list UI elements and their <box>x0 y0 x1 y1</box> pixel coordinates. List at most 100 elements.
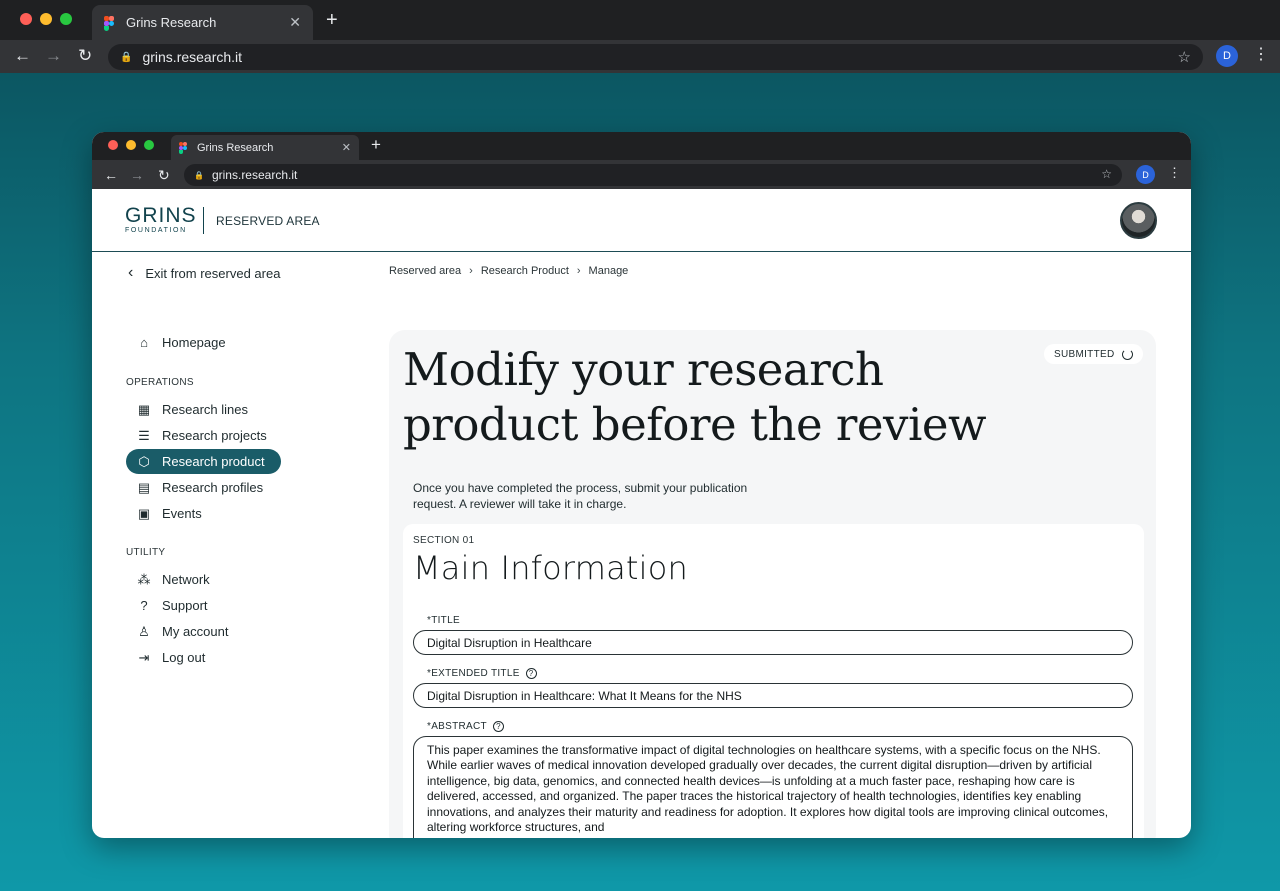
sidebar-item-label: Research projects <box>162 428 267 443</box>
breadcrumb: Reserved area › Research Product › Manag… <box>389 265 628 277</box>
logo-main-text: GRINS <box>125 204 197 227</box>
maximize-window-button[interactable] <box>60 13 72 25</box>
grins-logo[interactable]: GRINS FOUNDATION <box>125 204 197 234</box>
cube-icon: ⬡ <box>138 453 150 469</box>
figma-icon <box>104 15 114 31</box>
chevron-left-icon: ‹ <box>128 264 134 281</box>
intro-text: Once you have completed the process, sub… <box>413 481 748 511</box>
forward-icon[interactable]: → <box>45 46 62 66</box>
database-icon: ☰ <box>138 427 150 443</box>
sidebar-item-label: Research profiles <box>162 480 264 495</box>
sidebar-item-network[interactable]: ⁂ Network <box>126 567 210 592</box>
page-title: Modify your research product before the … <box>403 343 987 451</box>
status-text: SUBMITTED <box>1054 348 1115 360</box>
browser-tab[interactable]: Grins Research ✕ <box>92 5 313 40</box>
sidebar-item-my-account[interactable]: ♙ My account <box>126 619 228 644</box>
sidebar-item-research-profiles[interactable]: ▤ Research profiles <box>126 475 263 500</box>
chevron-right-icon: › <box>576 265 581 277</box>
profile-list-icon: ▤ <box>137 479 151 495</box>
inner-browser-menu-icon[interactable]: ⋮ <box>1168 165 1181 181</box>
building-icon: ▦ <box>137 401 151 417</box>
sidebar-item-research-lines[interactable]: ▦ Research lines <box>126 397 248 422</box>
url-text: grins.research.it <box>142 49 243 65</box>
profile-avatar[interactable]: D <box>1216 45 1238 67</box>
tab-title: Grins Research <box>126 15 217 30</box>
operations-heading: OPERATIONS <box>126 377 194 388</box>
close-window-button[interactable] <box>20 13 32 25</box>
breadcrumb-research-product[interactable]: Research Product <box>481 265 569 277</box>
title-field-label: *TITLE <box>427 615 460 626</box>
back-icon[interactable]: ← <box>14 46 31 66</box>
abstract-field-label: *ABSTRACT ? <box>427 721 504 732</box>
title-input[interactable] <box>413 630 1133 655</box>
inner-forward-icon[interactable]: → <box>130 165 144 185</box>
address-bar[interactable]: 🔒 grins.research.it ☆ <box>108 44 1203 70</box>
exit-reserved-area-link[interactable]: ‹ Exit from reserved area <box>128 264 280 282</box>
exit-label: Exit from reserved area <box>145 265 281 281</box>
inner-browser-toolbar: ← → ↻ 🔒 grins.research.it ☆ D ⋮ <box>92 160 1191 189</box>
status-badge: SUBMITTED <box>1044 344 1144 364</box>
main-content-card: Modify your research product before the … <box>389 330 1156 838</box>
inner-bookmark-star-icon[interactable]: ☆ <box>1101 167 1112 181</box>
utility-heading: UTILITY <box>126 547 166 558</box>
abstract-label-text: *ABSTRACT <box>427 721 487 732</box>
reload-icon[interactable]: ↻ <box>78 46 92 66</box>
inner-maximize-window-button[interactable] <box>144 140 154 150</box>
sidebar-item-label: My account <box>162 624 229 639</box>
inner-new-tab-icon[interactable]: + <box>371 135 381 155</box>
minimize-window-button[interactable] <box>40 13 52 25</box>
inner-close-window-button[interactable] <box>108 140 118 150</box>
sidebar-item-research-projects[interactable]: ☰ Research projects <box>126 423 267 448</box>
browser-menu-icon[interactable]: ⋮ <box>1253 44 1269 64</box>
sidebar-item-label: Network <box>162 572 210 587</box>
section-main-information: SECTION 01 Main Information *TITLE *EXTE… <box>403 524 1144 838</box>
sidebar-item-log-out[interactable]: ⇥ Log out <box>126 645 206 670</box>
sidebar-item-research-product[interactable]: ⬡ Research product <box>126 449 281 474</box>
sidebar-item-events[interactable]: ▣ Events <box>126 501 202 526</box>
chevron-right-icon: › <box>469 265 473 277</box>
reserved-area-label: RESERVED AREA <box>216 214 320 228</box>
sidebar-item-label: Events <box>162 506 202 521</box>
inner-browser-window: Grins Research ✕ + ← → ↻ 🔒 grins.researc… <box>92 132 1191 838</box>
section-title: Main Information <box>413 549 688 587</box>
inner-browser-tab[interactable]: Grins Research ✕ <box>171 135 359 160</box>
calendar-icon: ▣ <box>137 505 151 521</box>
extended-title-field-label: *EXTENDED TITLE ? <box>427 668 537 679</box>
title-label-text: *TITLE <box>427 615 460 626</box>
close-tab-icon[interactable]: ✕ <box>289 14 301 31</box>
extended-title-label-text: *EXTENDED TITLE <box>427 668 520 679</box>
user-avatar[interactable] <box>1120 202 1157 239</box>
header-divider <box>203 207 204 234</box>
sidebar-item-homepage[interactable]: ⌂ Homepage <box>126 330 226 355</box>
inner-address-bar[interactable]: 🔒 grins.research.it ☆ <box>184 164 1122 186</box>
network-icon: ⁂ <box>137 571 151 587</box>
inner-reload-icon[interactable]: ↻ <box>158 165 170 185</box>
loading-spinner-icon <box>1122 348 1134 360</box>
new-tab-icon[interactable]: + <box>326 9 338 32</box>
bookmark-star-icon[interactable]: ☆ <box>1178 48 1191 66</box>
lock-icon: 🔒 <box>120 51 133 63</box>
sidebar-item-support[interactable]: ? Support <box>126 593 208 618</box>
inner-profile-avatar[interactable]: D <box>1136 165 1155 184</box>
section-label: SECTION 01 <box>413 535 475 546</box>
sidebar-item-label: Log out <box>162 650 206 665</box>
breadcrumb-reserved-area[interactable]: Reserved area <box>389 265 461 277</box>
logout-icon: ⇥ <box>138 649 150 665</box>
help-icon[interactable]: ? <box>492 721 504 732</box>
inner-lock-icon: 🔒 <box>194 170 204 180</box>
question-icon: ? <box>140 598 148 613</box>
browser-tab-bar: Grins Research ✕ + <box>0 0 1280 40</box>
home-icon: ⌂ <box>140 335 148 350</box>
sidebar-item-label: Support <box>162 598 208 613</box>
inner-back-icon[interactable]: ← <box>104 165 118 185</box>
inner-tab-title: Grins Research <box>197 141 274 154</box>
figma-icon <box>179 142 187 154</box>
inner-close-tab-icon[interactable]: ✕ <box>342 141 351 154</box>
help-icon[interactable]: ? <box>525 668 537 679</box>
user-icon: ♙ <box>138 623 150 639</box>
inner-minimize-window-button[interactable] <box>126 140 136 150</box>
abstract-textarea[interactable]: This paper examines the transformative i… <box>413 736 1133 838</box>
sidebar-item-label: Homepage <box>162 335 226 350</box>
extended-title-input[interactable] <box>413 683 1133 708</box>
sidebar-item-label: Research product <box>162 454 265 469</box>
